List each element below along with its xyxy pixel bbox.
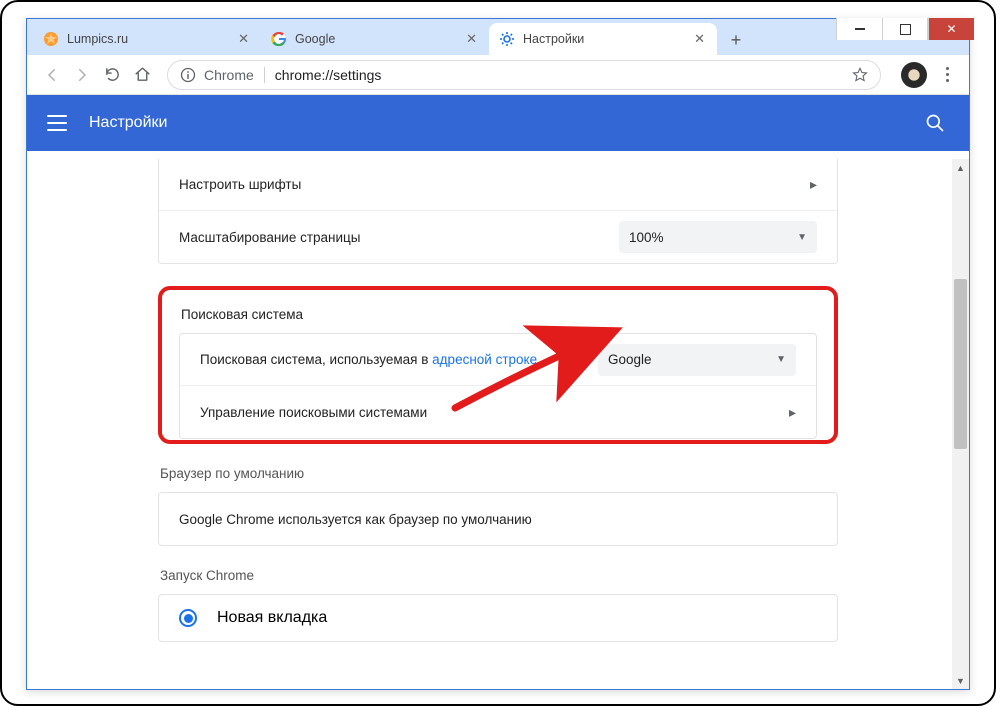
- row-label: Управление поисковыми системами: [200, 405, 427, 420]
- zoom-dropdown[interactable]: 100% ▼: [619, 221, 817, 253]
- row-label: Поисковая система, используемая в адресн…: [200, 352, 537, 367]
- caret-down-icon: ▼: [797, 232, 807, 243]
- search-icon[interactable]: [925, 113, 945, 133]
- scroll-down-icon[interactable]: ▼: [952, 672, 969, 689]
- appearance-card: Настроить шрифты ▸ Масштабирование стран…: [158, 159, 838, 264]
- tab-settings[interactable]: Настройки ✕: [489, 23, 717, 55]
- tab-label: Google: [295, 32, 464, 46]
- maximize-button[interactable]: [882, 18, 928, 40]
- search-engine-dropdown[interactable]: Google ▼: [598, 344, 796, 376]
- forward-button[interactable]: [67, 60, 97, 90]
- search-engine-highlight: Поисковая система Поисковая система, исп…: [158, 286, 838, 444]
- close-icon[interactable]: ✕: [236, 31, 251, 47]
- caret-down-icon: ▼: [776, 354, 786, 365]
- scroll-thumb[interactable]: [954, 279, 967, 449]
- startup-card: Новая вкладка: [158, 594, 838, 642]
- row-label: Настроить шрифты: [179, 177, 301, 192]
- address-bar-link[interactable]: адресной строке: [432, 352, 537, 367]
- section-title-search: Поисковая система: [179, 307, 817, 333]
- home-button[interactable]: [127, 60, 157, 90]
- tab-lumpics[interactable]: Lumpics.ru ✕: [33, 23, 261, 55]
- info-icon: [180, 67, 196, 83]
- default-browser-row: Google Chrome используется как браузер п…: [159, 493, 837, 545]
- radio-icon[interactable]: [179, 609, 197, 627]
- vertical-scrollbar[interactable]: ▲ ▼: [952, 159, 969, 689]
- url-path: chrome://settings: [275, 67, 382, 83]
- close-icon[interactable]: ✕: [692, 31, 707, 47]
- gear-icon: [499, 31, 515, 47]
- profile-avatar[interactable]: [901, 62, 927, 88]
- startup-newtab-row[interactable]: Новая вкладка: [159, 595, 837, 641]
- google-favicon-icon: [271, 31, 287, 47]
- bookmark-star-icon[interactable]: [852, 67, 868, 83]
- hamburger-menu-icon[interactable]: [47, 115, 67, 131]
- page-title: Настройки: [89, 114, 167, 132]
- page-zoom-row: Масштабирование страницы 100% ▼: [159, 211, 837, 263]
- tabstrip: Lumpics.ru ✕ Google ✕ Настройки ✕ +: [27, 19, 969, 55]
- browser-window: Lumpics.ru ✕ Google ✕ Настройки ✕ +: [26, 18, 970, 690]
- close-icon[interactable]: ✕: [464, 31, 479, 47]
- reload-button[interactable]: [97, 60, 127, 90]
- url-scheme: Chrome: [204, 67, 254, 83]
- kebab-menu-icon[interactable]: [935, 67, 959, 82]
- chevron-right-icon: ▸: [810, 176, 817, 193]
- window-controls: [836, 18, 974, 40]
- settings-content: Настроить шрифты ▸ Масштабирование стран…: [27, 159, 969, 689]
- section-title-startup: Запуск Chrome: [158, 568, 838, 594]
- row-label: Google Chrome используется как браузер п…: [179, 512, 532, 527]
- new-tab-button[interactable]: +: [721, 25, 751, 55]
- engine-value: Google: [608, 352, 652, 367]
- minimize-button[interactable]: [836, 18, 882, 40]
- settings-header: Настройки: [27, 95, 969, 151]
- lumpics-favicon-icon: [43, 31, 59, 47]
- tab-google[interactable]: Google ✕: [261, 23, 489, 55]
- default-browser-card: Google Chrome используется как браузер п…: [158, 492, 838, 546]
- scroll-up-icon[interactable]: ▲: [952, 159, 969, 176]
- customize-fonts-row[interactable]: Настроить шрифты ▸: [159, 159, 837, 211]
- manage-search-engines-row[interactable]: Управление поисковыми системами ▸: [180, 386, 816, 438]
- zoom-value: 100%: [629, 230, 664, 245]
- tab-label: Настройки: [523, 32, 692, 46]
- toolbar: Chrome chrome://settings: [27, 55, 969, 95]
- row-label: Новая вкладка: [217, 609, 327, 627]
- search-engine-row: Поисковая система, используемая в адресн…: [180, 334, 816, 386]
- close-window-button[interactable]: [928, 18, 974, 40]
- back-button[interactable]: [37, 60, 67, 90]
- section-title-default-browser: Браузер по умолчанию: [158, 466, 838, 492]
- chevron-right-icon: ▸: [789, 404, 796, 421]
- address-bar[interactable]: Chrome chrome://settings: [167, 60, 881, 90]
- tab-label: Lumpics.ru: [67, 32, 236, 46]
- search-engine-card: Поисковая система, используемая в адресн…: [179, 333, 817, 439]
- row-label: Масштабирование страницы: [179, 230, 360, 245]
